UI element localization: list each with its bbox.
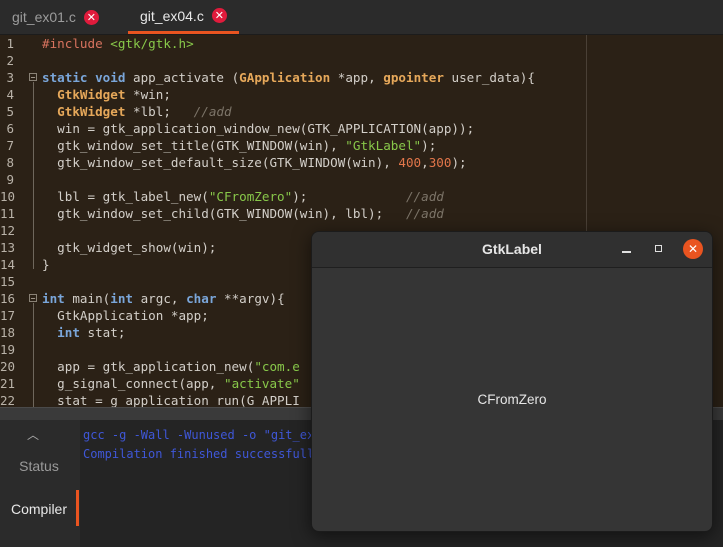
code-line[interactable]: #include <gtk/gtk.h> — [42, 35, 194, 52]
code-line[interactable]: gtk_window_set_default_size(GTK_WINDOW(w… — [42, 154, 466, 171]
maximize-icon[interactable] — [652, 241, 666, 255]
close-icon[interactable]: ✕ — [683, 239, 703, 259]
code-line[interactable]: g_signal_connect(app, "activate" — [42, 375, 300, 392]
code-line[interactable]: lbl = gtk_label_new("CFromZero"); //add — [42, 188, 444, 205]
close-icon[interactable]: ✕ — [83, 9, 99, 25]
code-line[interactable]: int stat; — [42, 324, 125, 341]
code-line[interactable]: GtkWidget *win; — [42, 86, 171, 103]
tab-compiler[interactable]: Compiler — [0, 501, 78, 517]
line-number: 11 — [0, 206, 16, 221]
message-panel-tabs: ︿ Status Compiler — [0, 420, 80, 547]
code-line[interactable]: gtk_window_set_title(GTK_WINDOW(win), "G… — [42, 137, 436, 154]
code-line[interactable]: GtkApplication *app; — [42, 307, 209, 324]
line-number: 19 — [0, 342, 16, 357]
tab-label: git_ex04.c — [140, 7, 204, 24]
line-number: 21 — [0, 376, 16, 391]
tab-git-ex01[interactable]: git_ex01.c ✕ — [12, 0, 99, 34]
window-header-bar[interactable]: GtkLabel ✕ — [312, 232, 712, 268]
line-number: 18 — [0, 325, 16, 340]
chevron-up-icon[interactable]: ︿ — [27, 426, 39, 443]
code-line[interactable]: stat = g_application_run(G_APPLI — [42, 392, 300, 407]
tab-status[interactable]: Status — [0, 458, 78, 474]
line-number: 13 — [0, 240, 16, 255]
line-number: 20 — [0, 359, 16, 374]
line-number: 1 — [6, 36, 14, 51]
line-number: 15 — [0, 274, 16, 289]
fold-toggle-icon[interactable]: − — [29, 294, 37, 303]
line-number: 8 — [6, 155, 14, 170]
line-number-gutter: 1 2 3−4 5 6 7 8 9 10 11 12 13 14 15 16−17 18 19 20 21 22 — [0, 35, 40, 407]
close-icon[interactable]: ✕ — [211, 8, 227, 23]
line-number: 2 — [6, 53, 14, 68]
code-line[interactable]: gtk_widget_show(win); — [42, 239, 216, 256]
code-line[interactable]: GtkWidget *lbl; //add — [42, 103, 231, 120]
line-number: 4 — [6, 87, 14, 102]
fold-guide-line — [33, 303, 34, 407]
code-line[interactable]: app = gtk_application_new("com.e — [42, 358, 300, 375]
line-number: 5 — [6, 104, 14, 119]
line-number: 6 — [6, 121, 14, 136]
line-number: 10 — [0, 189, 16, 204]
output-line: Compilation finished successfully — [83, 447, 322, 461]
line-number: 9 — [6, 172, 14, 187]
line-number: 14 — [0, 257, 16, 272]
line-number: 16 — [0, 291, 16, 306]
tab-label: git_ex01.c — [12, 9, 76, 25]
code-line[interactable]: } — [42, 256, 50, 273]
line-number: 22 — [0, 393, 16, 407]
line-number: 12 — [0, 223, 16, 238]
line-number: 3 — [6, 70, 14, 85]
code-line[interactable]: win = gtk_application_window_new(GTK_APP… — [42, 120, 474, 137]
line-number: 17 — [0, 308, 16, 323]
code-line[interactable]: gtk_window_set_child(GTK_WINDOW(win), lb… — [42, 205, 444, 222]
active-tab-indicator — [76, 490, 79, 526]
gtk-app-window: GtkLabel ✕ CFromZero — [311, 231, 713, 532]
code-line[interactable]: static void app_activate (GApplication *… — [42, 69, 535, 86]
minimize-icon[interactable] — [620, 240, 634, 256]
code-line[interactable]: int main(int argc, char **argv){ — [42, 290, 285, 307]
fold-guide-line — [33, 82, 34, 269]
tab-git-ex04[interactable]: git_ex04.c ✕ — [128, 0, 239, 34]
line-number: 7 — [6, 138, 14, 153]
gtk-label-text: CFromZero — [477, 392, 547, 407]
output-line: gcc -g -Wall -Wunused -o "git_ex — [83, 428, 315, 442]
fold-toggle-icon[interactable]: − — [29, 73, 37, 82]
editor-tab-bar: git_ex01.c ✕ git_ex04.c ✕ — [0, 0, 723, 35]
